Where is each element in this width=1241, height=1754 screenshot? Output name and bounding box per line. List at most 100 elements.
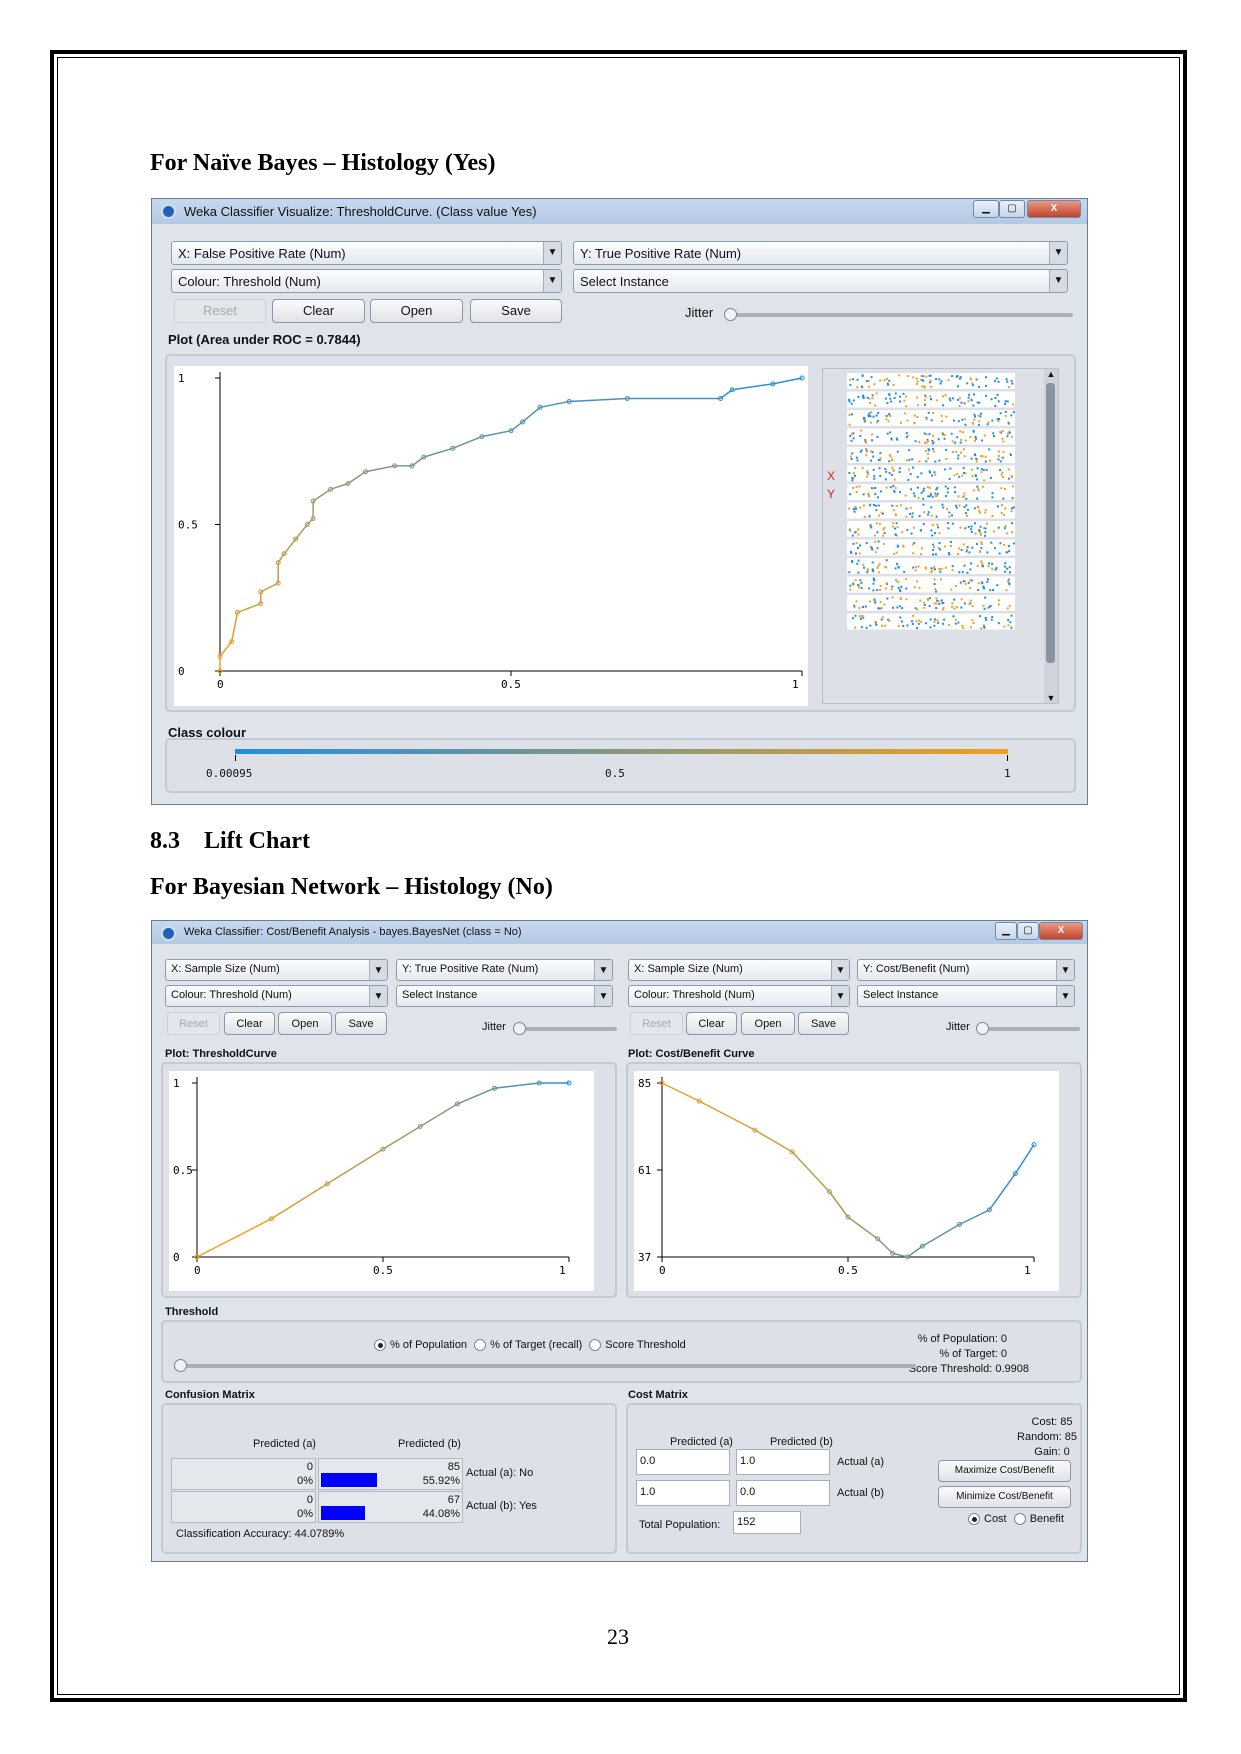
strip-point (939, 570, 942, 573)
maximize-cost-benefit-button[interactable]: Maximize Cost/Benefit (938, 1460, 1071, 1482)
strip-point (985, 618, 988, 621)
strip-point (916, 627, 919, 630)
right-x-select[interactable]: X: Sample Size (Num) ▼ (628, 959, 850, 981)
strip-point (888, 394, 891, 397)
threshold-slider[interactable] (174, 1359, 916, 1372)
strip-point (1007, 578, 1010, 581)
maximize-icon[interactable]: ▢ (1017, 922, 1039, 940)
open-button[interactable]: Open (370, 299, 463, 323)
radio-target[interactable] (474, 1339, 487, 1352)
strip-point (1012, 411, 1015, 414)
cost-benefit-plot[interactable]: 0 0.5 1 37 61 85 (634, 1071, 1059, 1291)
strip-point (917, 565, 920, 568)
page-number: 23 (607, 1624, 629, 1649)
left-open-button[interactable]: Open (278, 1012, 332, 1035)
strip-point (977, 582, 980, 585)
cost-cell-aa[interactable]: 0.0 (636, 1449, 730, 1475)
left-select-instance[interactable]: Select Instance ▼ (396, 985, 613, 1007)
chevron-down-icon: ▼ (543, 242, 561, 264)
minimize-icon[interactable]: ▁ (973, 200, 999, 218)
strip-point (968, 393, 971, 396)
strip-point (929, 398, 932, 401)
right-colour-select[interactable]: Colour: Threshold (Num) ▼ (628, 985, 850, 1007)
strip-point (923, 487, 926, 490)
strip-point (913, 414, 916, 417)
strip-point (855, 600, 858, 603)
strip-point (987, 421, 990, 424)
scroll-thumb[interactable] (1046, 383, 1055, 663)
strip-point (874, 540, 877, 543)
minimize-icon[interactable]: ▁ (995, 922, 1017, 940)
cost-cell-ab[interactable]: 1.0 (736, 1449, 830, 1475)
strip-point (984, 617, 987, 620)
y-axis-select[interactable]: Y: True Positive Rate (Num) ▼ (573, 241, 1068, 265)
strip-point (885, 418, 888, 421)
select-instance[interactable]: Select Instance ▼ (573, 269, 1068, 293)
right-jitter-slider[interactable] (976, 1022, 1080, 1035)
radio-population[interactable] (374, 1339, 386, 1352)
curve-segment (791, 1151, 830, 1193)
strip-point (918, 460, 921, 463)
strip-point (978, 509, 981, 512)
minimize-cost-benefit-button[interactable]: Minimize Cost/Benefit (938, 1486, 1071, 1508)
strip-point (933, 578, 936, 581)
total-population-input[interactable]: 152 (733, 1511, 801, 1534)
radio-benefit[interactable] (1013, 1513, 1026, 1526)
strip-point (969, 378, 972, 381)
right-reset-button[interactable]: Reset (630, 1012, 683, 1035)
strip-point (986, 551, 989, 554)
close-icon[interactable]: X (1027, 200, 1081, 218)
strip-point (964, 527, 967, 530)
right-select-instance[interactable]: Select Instance ▼ (857, 985, 1075, 1007)
radio-score[interactable] (589, 1339, 602, 1352)
threshold-curve-plot[interactable]: 0 0.5 1 0 0.5 1 (169, 1071, 594, 1291)
heading-naive-bayes: For Naïve Bayes – Histology (Yes) (150, 150, 496, 176)
strip-point (862, 563, 865, 566)
clear-button[interactable]: Clear (272, 299, 365, 323)
strip-point (953, 486, 956, 489)
strip-point (866, 475, 869, 478)
strip-point (1000, 511, 1003, 514)
left-clear-button[interactable]: Clear (224, 1012, 275, 1035)
colour-select[interactable]: Colour: Threshold (Num) ▼ (171, 269, 562, 293)
strip-point (955, 450, 958, 453)
left-x-select[interactable]: X: Sample Size (Num) ▼ (165, 959, 388, 981)
right-save-button[interactable]: Save (798, 1012, 849, 1035)
left-reset-button[interactable]: Reset (167, 1012, 220, 1035)
strip-point (868, 397, 871, 400)
strip-point (1010, 626, 1013, 629)
strip-point (977, 487, 980, 490)
curve-segment (452, 435, 483, 450)
scrollbar[interactable]: ▲ ▼ (1044, 369, 1058, 703)
jitter-slider[interactable] (724, 308, 1073, 321)
strip-point (897, 545, 900, 548)
strip-point (922, 503, 925, 506)
right-open-button[interactable]: Open (741, 1012, 795, 1035)
strip-point (897, 566, 900, 569)
x-axis-select[interactable]: X: False Positive Rate (Num) ▼ (171, 241, 562, 265)
left-y-select[interactable]: Y: True Positive Rate (Num) ▼ (396, 959, 613, 981)
strip-point (980, 627, 983, 630)
cost-cell-bb[interactable]: 0.0 (736, 1480, 830, 1506)
roc-plot[interactable]: 0 0.5 1 0 0.5 1 (174, 366, 808, 706)
left-jitter-slider[interactable] (513, 1022, 617, 1035)
right-y-select[interactable]: Y: Cost/Benefit (Num) ▼ (857, 959, 1075, 981)
maximize-icon[interactable]: ▢ (999, 200, 1025, 218)
strip-point (1005, 551, 1008, 554)
left-save-button[interactable]: Save (335, 1012, 387, 1035)
cost-cell-ba[interactable]: 1.0 (636, 1480, 730, 1506)
radio-cost[interactable] (968, 1513, 980, 1526)
curve-segment (365, 465, 395, 473)
reset-button[interactable]: Reset (174, 299, 266, 323)
close-icon[interactable]: X (1039, 922, 1083, 940)
strip-point (980, 547, 983, 550)
section-number: 8.3 (150, 828, 180, 854)
colour-tick-min: 0.00095 (206, 767, 253, 780)
save-button[interactable]: Save (470, 299, 562, 323)
right-clear-button[interactable]: Clear (686, 1012, 737, 1035)
slider-knob[interactable] (724, 308, 737, 321)
strip-point (877, 504, 880, 507)
strip-point (888, 471, 891, 474)
strip-point (982, 469, 985, 472)
left-colour-select[interactable]: Colour: Threshold (Num) ▼ (165, 985, 388, 1007)
